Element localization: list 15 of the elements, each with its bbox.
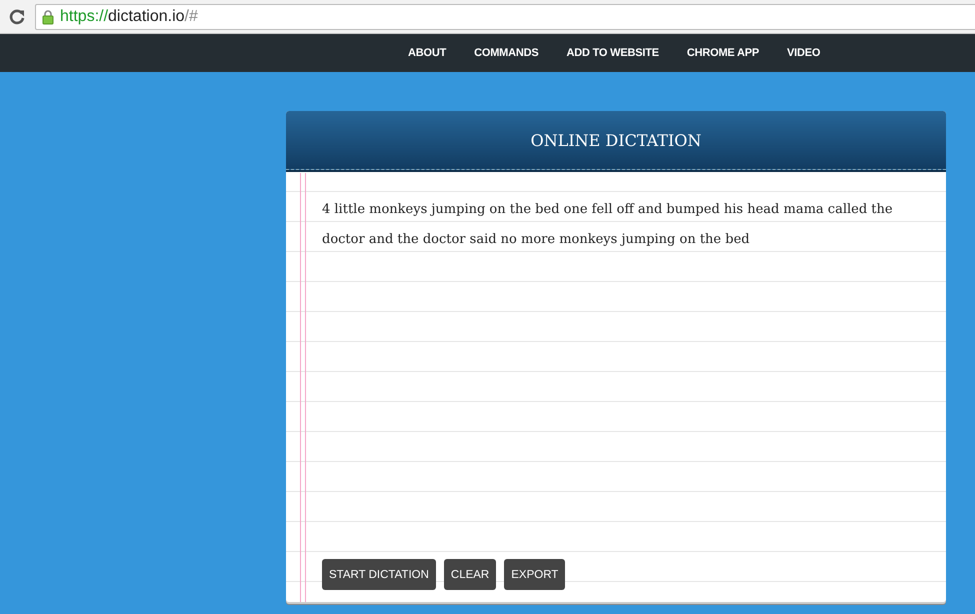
nav-link[interactable]: VIDEO: [773, 47, 834, 59]
reload-icon[interactable]: [9, 8, 25, 24]
nav-link[interactable]: COMMANDS: [460, 47, 553, 59]
address-bar[interactable]: https://dictation.io/#: [35, 4, 975, 30]
action-button[interactable]: START DICTATION: [322, 559, 436, 590]
nav-link[interactable]: ABOUT: [394, 47, 460, 59]
lock-icon: [42, 8, 54, 24]
nav-link[interactable]: CHROME APP: [672, 47, 774, 59]
card-title: ONLINE DICTATION: [530, 130, 702, 150]
action-button[interactable]: CLEAR: [444, 559, 496, 590]
dictation-text[interactable]: 4 little monkeys jumping on the bed one fell off and bumped his head mama called the doctor and the doctor said no more monkeys jumping on the bed: [322, 195, 946, 559]
nav-link[interactable]: ADD TO WEBSITE: [552, 47, 673, 59]
action-button[interactable]: EXPORT: [504, 559, 566, 590]
url-text: https://dictation.io/#: [60, 8, 198, 26]
lined-paper[interactable]: 4 little monkeys jumping on the bed one fell off and bumped his head mama called the doctor and the doctor said no more monkeys jumping on the bed START DICTATION CLEAR EXPORT: [286, 173, 946, 602]
